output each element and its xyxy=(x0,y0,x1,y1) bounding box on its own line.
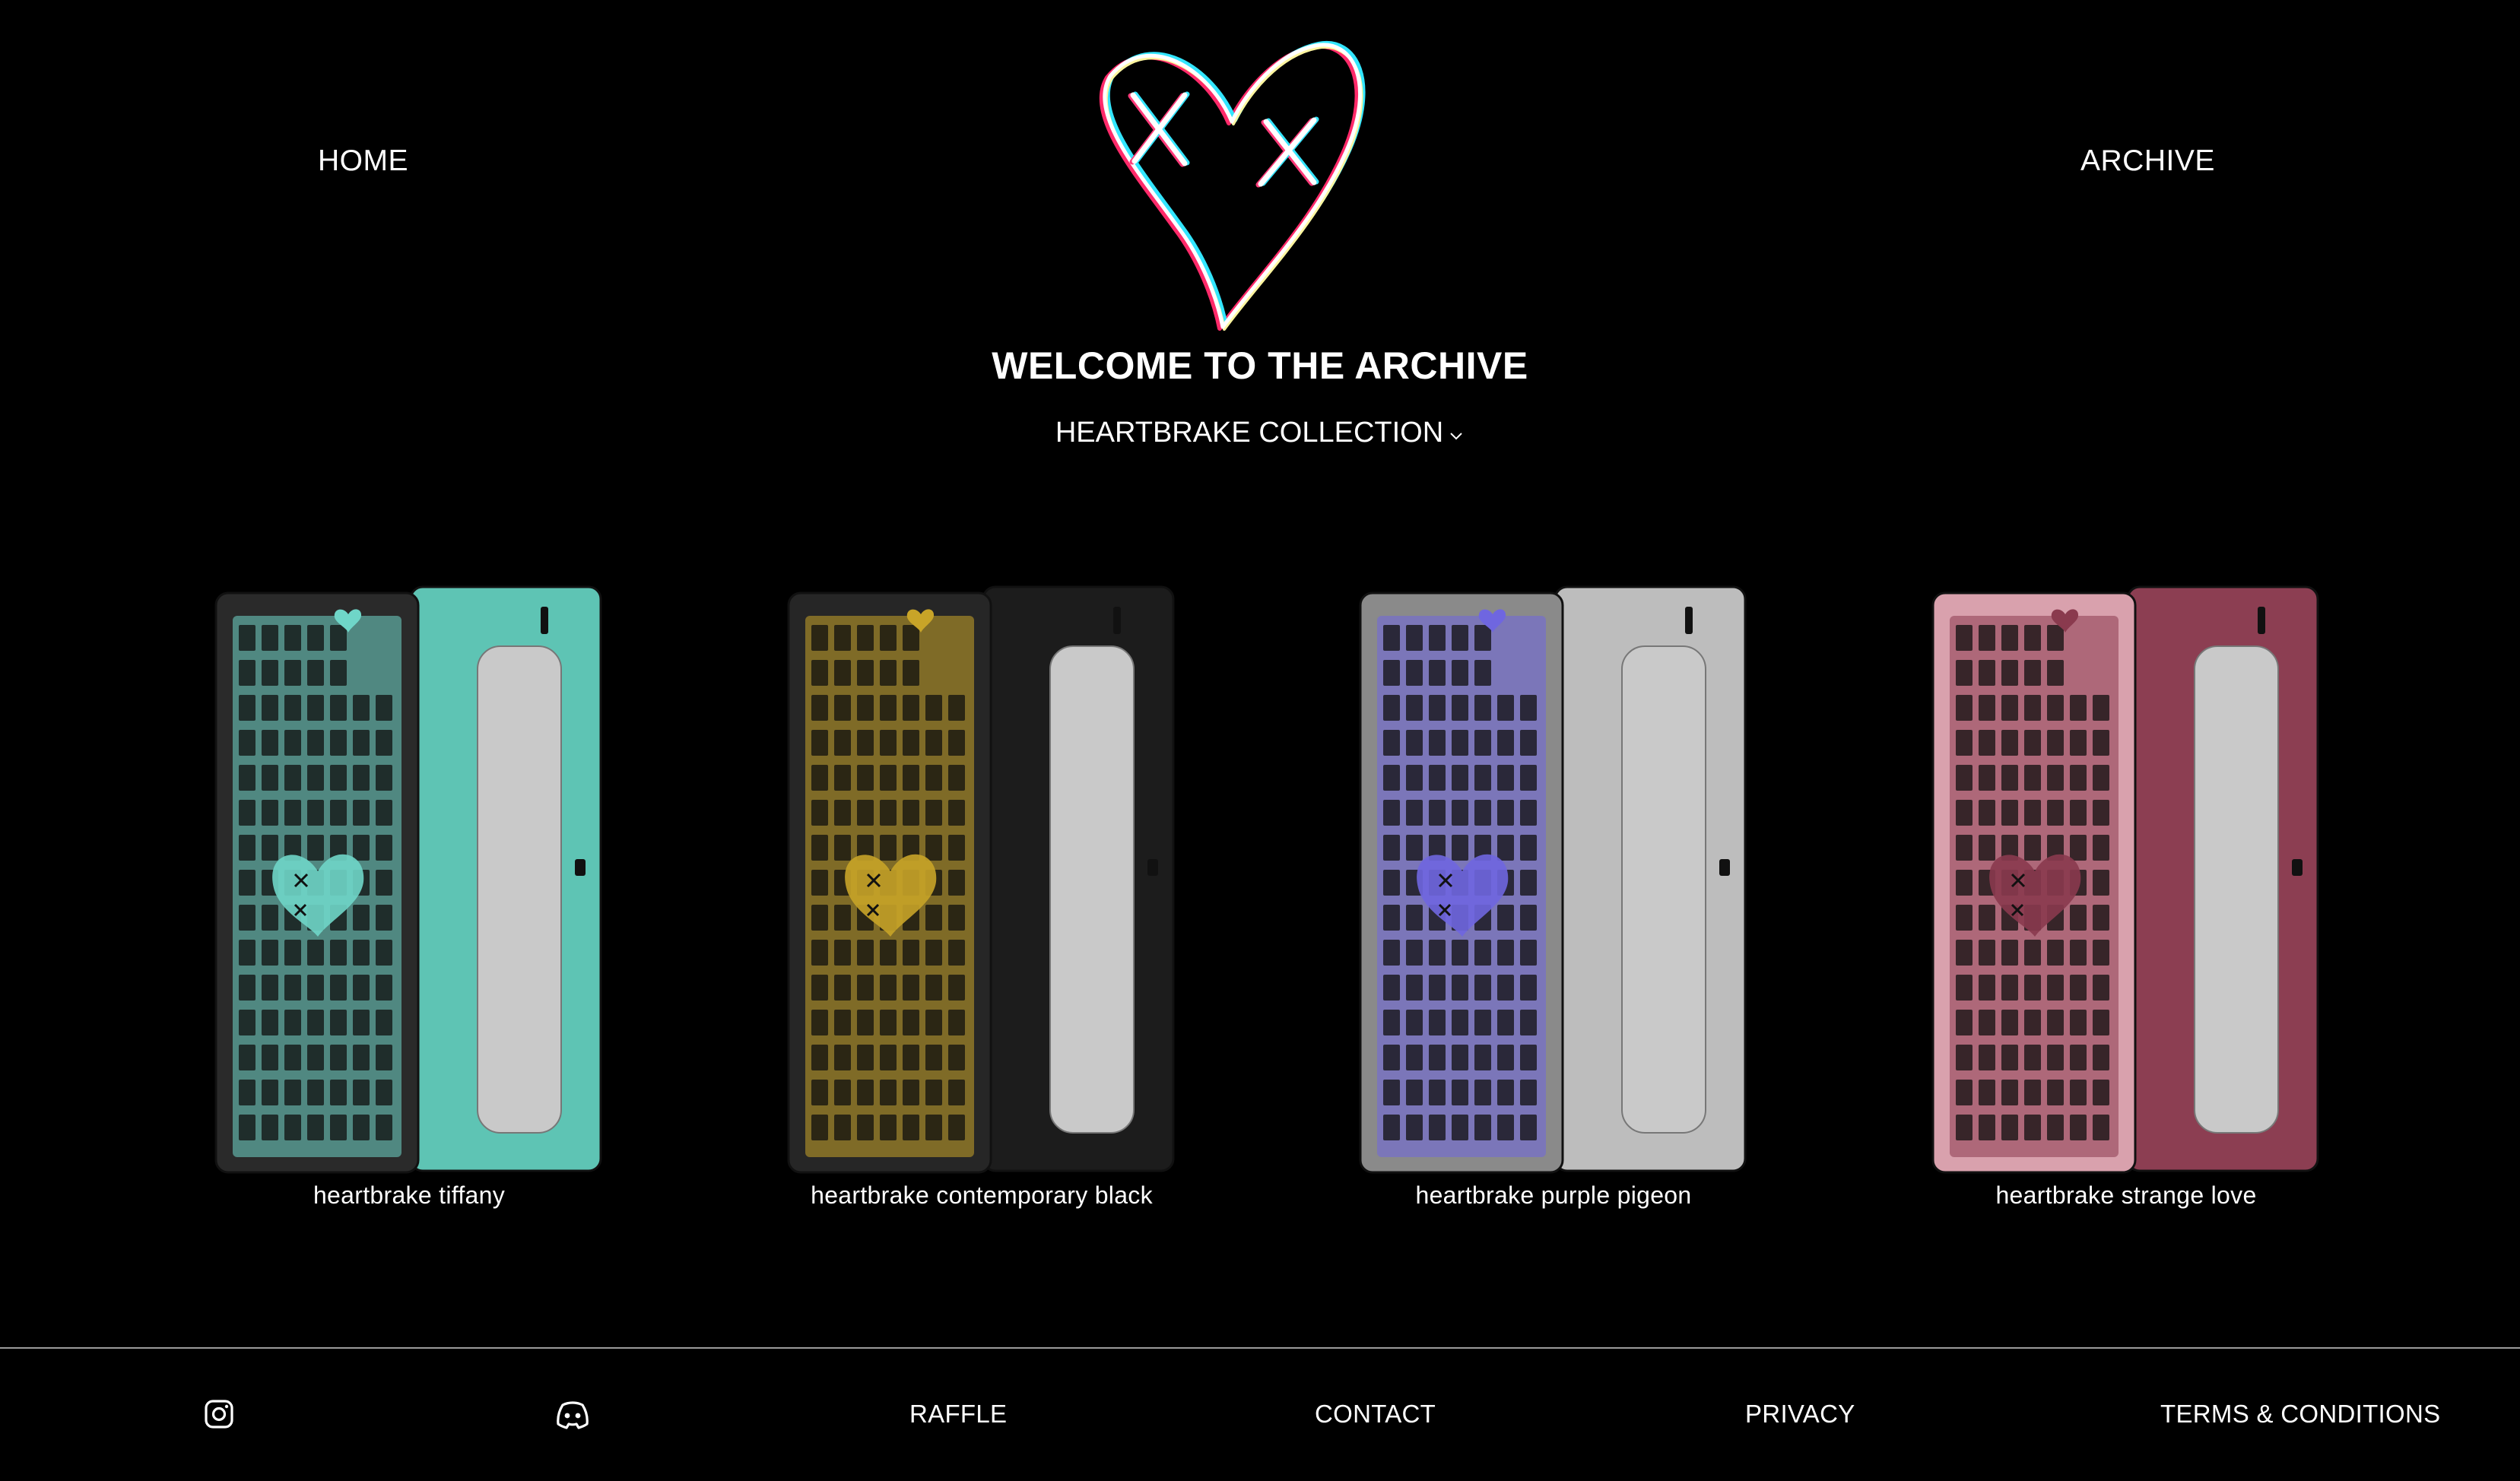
page-title: WELCOME TO THE ARCHIVE xyxy=(992,344,1528,387)
product-card[interactable]: heartbrake tiffany xyxy=(211,585,607,1224)
keyboard-case-image xyxy=(787,585,1175,1174)
footer-contact-link[interactable]: CONTACT xyxy=(1315,1400,1436,1429)
nav-archive-link[interactable]: ARCHIVE xyxy=(2080,144,2215,178)
product-name: heartbrake strange love xyxy=(1995,1181,2257,1209)
product-card[interactable]: heartbrake contemporary black xyxy=(784,585,1179,1224)
keyboard-case-image xyxy=(1931,585,2319,1174)
keyboard-case-image xyxy=(1359,585,1747,1174)
footer-divider xyxy=(0,1347,2520,1349)
footer-raffle-link[interactable]: RAFFLE xyxy=(909,1400,1007,1429)
keyboard-case-image xyxy=(214,585,602,1174)
discord-icon[interactable] xyxy=(555,1400,590,1429)
product-card[interactable]: heartbrake purple pigeon xyxy=(1356,585,1751,1224)
chevron-down-icon xyxy=(1450,432,1462,439)
instagram-icon[interactable] xyxy=(204,1399,234,1429)
product-name: heartbrake tiffany xyxy=(313,1181,506,1209)
footer-terms-link[interactable]: TERMS & CONDITIONS xyxy=(2160,1400,2440,1429)
nav-home-link[interactable]: HOME xyxy=(318,144,408,178)
collection-dropdown-label: HEARTBRAKE COLLECTION xyxy=(1055,417,1444,449)
footer-privacy-link[interactable]: PRIVACY xyxy=(1745,1400,1855,1429)
product-grid: heartbrake tiffany heartbrake contempora… xyxy=(0,585,2520,1224)
heart-with-x-eyes-logo[interactable] xyxy=(1095,23,1384,342)
product-card[interactable]: heartbrake strange love xyxy=(1928,585,2324,1224)
product-name: heartbrake contemporary black xyxy=(811,1181,1153,1209)
collection-dropdown[interactable]: HEARTBRAKE COLLECTION xyxy=(0,417,2520,449)
product-name: heartbrake purple pigeon xyxy=(1415,1181,1692,1209)
